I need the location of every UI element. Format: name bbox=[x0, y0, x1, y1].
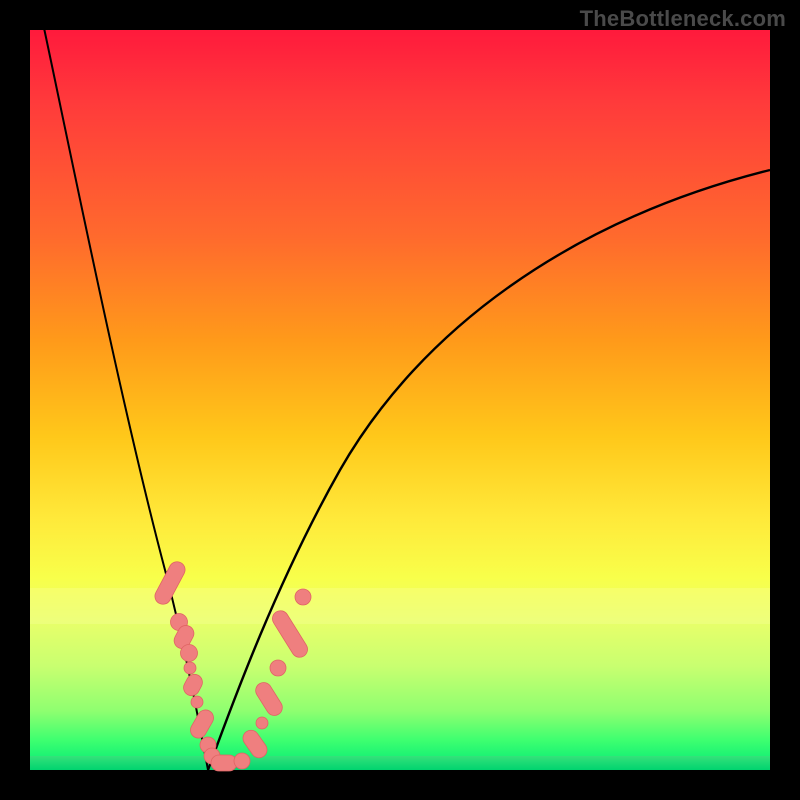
marker-cluster bbox=[152, 559, 311, 771]
watermark-text: TheBottleneck.com bbox=[580, 6, 786, 32]
curve-right-branch bbox=[208, 170, 770, 770]
chart-svg bbox=[30, 30, 770, 770]
chart-frame: TheBottleneck.com bbox=[0, 0, 800, 800]
